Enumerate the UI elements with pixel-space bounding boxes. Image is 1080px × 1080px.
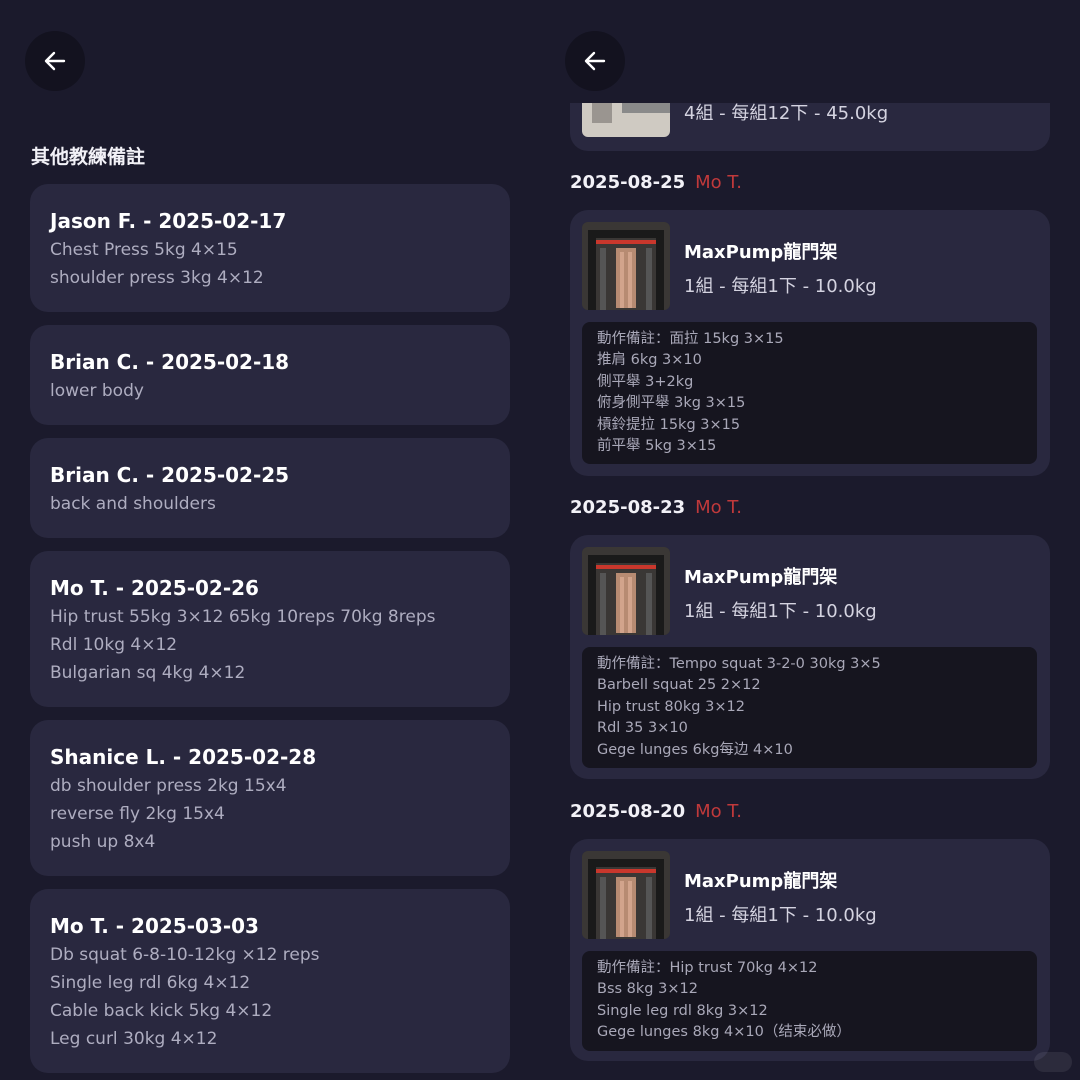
coach-name[interactable]: Mo T. bbox=[695, 172, 742, 193]
remark-line: Barbell squat 25 2×12 bbox=[597, 677, 761, 694]
exercise-card[interactable]: MaxPump龍門架 1組 - 每組1下 - 10.0kg 動作備註：Hip t… bbox=[570, 839, 1050, 1061]
note-line: push up 8x4 bbox=[50, 832, 156, 852]
note-line: Rdl 10kg 4×12 bbox=[50, 635, 178, 655]
remark-box: 動作備註：Tempo squat 3-2-0 30kg 3×5 Barbell … bbox=[582, 647, 1037, 769]
equipment-thumbnail bbox=[582, 103, 670, 137]
remark-line: Rdl 35 3×10 bbox=[597, 720, 688, 737]
note-header: Brian C. - 2025-02-25 bbox=[50, 463, 290, 487]
session-date-row: 2025-08-20 Mo T. bbox=[570, 801, 742, 822]
back-button[interactable] bbox=[565, 31, 625, 91]
coach-note-card[interactable]: Brian C. - 2025-02-18 lower body bbox=[30, 325, 510, 425]
note-header: Mo T. - 2025-03-03 bbox=[50, 914, 259, 938]
remark-line: 槓鈴提拉 15kg 3×15 bbox=[597, 416, 741, 433]
session-date-row: 2025-08-23 Mo T. bbox=[570, 497, 742, 518]
session-date: 2025-08-23 bbox=[570, 497, 686, 518]
remark-line: 側平舉 3+2kg bbox=[597, 373, 694, 390]
right-screen: 4組 - 每組12下 - 45.0kg 2025-08-25 Mo T. Max… bbox=[540, 0, 1080, 1080]
remark-line: 動作備註：Tempo squat 3-2-0 30kg 3×5 bbox=[597, 656, 881, 672]
exercise-sets: 1組 - 每組1下 - 10.0kg bbox=[684, 276, 877, 297]
note-line: Db squat 6-8-10-12kg ×12 reps bbox=[50, 945, 320, 965]
note-line: shoulder press 3kg 4×12 bbox=[50, 268, 264, 288]
note-line: back and shoulders bbox=[50, 494, 216, 514]
remark-line: Gege lunges 6kg每边 4×10 bbox=[597, 741, 793, 758]
arrow-left-icon bbox=[44, 51, 66, 71]
coach-notes-list: Jason F. - 2025-02-17 Chest Press 5kg 4×… bbox=[30, 184, 510, 1080]
watermark bbox=[1034, 1052, 1072, 1072]
note-line: Bulgarian sq 4kg 4×12 bbox=[50, 663, 246, 683]
session-date: 2025-08-25 bbox=[570, 172, 686, 193]
exercise-name: MaxPump龍門架 bbox=[684, 871, 838, 892]
note-line: Cable back kick 5kg 4×12 bbox=[50, 1001, 273, 1021]
note-line: db shoulder press 2kg 15x4 bbox=[50, 776, 287, 796]
equipment-thumbnail bbox=[582, 851, 670, 939]
exercise-sets: 1組 - 每組1下 - 10.0kg bbox=[684, 601, 877, 622]
exercise-sets: 1組 - 每組1下 - 10.0kg bbox=[684, 905, 877, 926]
coach-note-card[interactable]: Mo T. - 2025-03-03 Db squat 6-8-10-12kg … bbox=[30, 889, 510, 1073]
coach-note-card[interactable]: Jason F. - 2025-02-17 Chest Press 5kg 4×… bbox=[30, 184, 510, 312]
remark-line: 推肩 6kg 3×10 bbox=[597, 352, 702, 369]
note-line: lower body bbox=[50, 381, 144, 401]
note-header: Jason F. - 2025-02-17 bbox=[50, 209, 287, 233]
left-screen: 其他教練備註 Jason F. - 2025-02-17 Chest Press… bbox=[0, 0, 540, 1080]
coach-name[interactable]: Mo T. bbox=[695, 497, 742, 518]
note-header: Shanice L. - 2025-02-28 bbox=[50, 745, 317, 769]
coach-name[interactable]: Mo T. bbox=[695, 801, 742, 822]
remark-box: 動作備註：面拉 15kg 3×15 推肩 6kg 3×10 側平舉 3+2kg … bbox=[582, 322, 1037, 465]
note-line: Hip trust 55kg 3×12 65kg 10reps 70kg 8re… bbox=[50, 607, 436, 627]
session-date: 2025-08-20 bbox=[570, 801, 686, 822]
exercise-card-partial[interactable]: 4組 - 每組12下 - 45.0kg bbox=[570, 103, 1050, 151]
remark-line: Gege lunges 8kg 4×10（结束必做） bbox=[597, 1024, 851, 1041]
note-header: Brian C. - 2025-02-18 bbox=[50, 350, 290, 374]
remark-box: 動作備註：Hip trust 70kg 4×12 Bss 8kg 3×12 Si… bbox=[582, 951, 1037, 1051]
exercise-card[interactable]: MaxPump龍門架 1組 - 每組1下 - 10.0kg 動作備註：面拉 15… bbox=[570, 210, 1050, 476]
coach-note-card[interactable]: Shanice L. - 2025-02-28 db shoulder pres… bbox=[30, 720, 510, 876]
exercise-card[interactable]: MaxPump龍門架 1組 - 每組1下 - 10.0kg 動作備註：Tempo… bbox=[570, 535, 1050, 779]
equipment-thumbnail bbox=[582, 547, 670, 635]
coach-note-card[interactable]: Mo T. - 2025-02-26 Hip trust 55kg 3×12 6… bbox=[30, 551, 510, 707]
remark-line: Hip trust 80kg 3×12 bbox=[597, 698, 745, 715]
remark-line: Single leg rdl 8kg 3×12 bbox=[597, 1002, 768, 1019]
note-header: Mo T. - 2025-02-26 bbox=[50, 576, 259, 600]
exercise-name: MaxPump龍門架 bbox=[684, 567, 838, 588]
note-line: Leg curl 30kg 4×12 bbox=[50, 1029, 218, 1049]
remark-line: Bss 8kg 3×12 bbox=[597, 981, 698, 998]
remark-line: 動作備註：Hip trust 70kg 4×12 bbox=[597, 960, 818, 976]
back-button[interactable] bbox=[25, 31, 85, 91]
arrow-left-icon bbox=[584, 51, 606, 71]
note-line: Single leg rdl 6kg 4×12 bbox=[50, 973, 251, 993]
coach-note-card[interactable]: Brian C. - 2025-02-25 back and shoulders bbox=[30, 438, 510, 538]
remark-line: 前平舉 5kg 3×15 bbox=[597, 438, 717, 455]
session-date-row: 2025-08-25 Mo T. bbox=[570, 172, 742, 193]
remark-line: 俯身側平舉 3kg 3×15 bbox=[597, 395, 746, 412]
remark-line: 動作備註：面拉 15kg 3×15 bbox=[597, 331, 784, 347]
note-line: Chest Press 5kg 4×15 bbox=[50, 240, 238, 260]
note-line: reverse fly 2kg 15x4 bbox=[50, 804, 225, 824]
section-title: 其他教練備註 bbox=[31, 146, 146, 168]
equipment-thumbnail bbox=[582, 222, 670, 310]
exercise-name: MaxPump龍門架 bbox=[684, 242, 838, 263]
exercise-sets: 4組 - 每組12下 - 45.0kg bbox=[684, 103, 889, 124]
